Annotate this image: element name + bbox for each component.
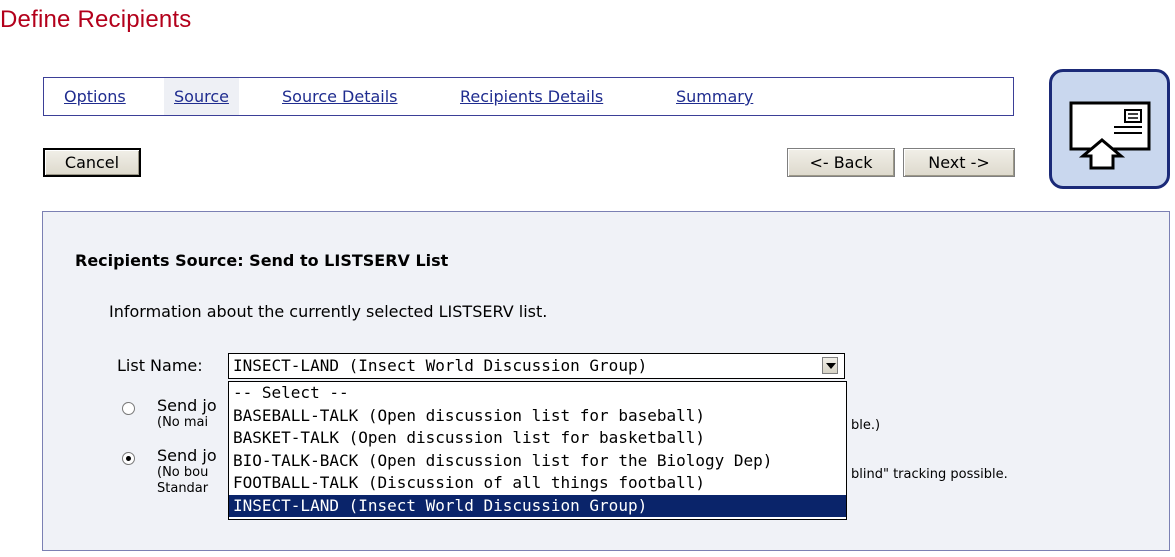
mail-send-icon [1069,101,1151,170]
tab-source[interactable]: Source [164,78,239,115]
radio-option-1-note: (No mai [157,415,209,430]
tab-source-details[interactable]: Source Details [272,78,408,115]
list-name-value: INSECT-LAND (Insect World Discussion Gro… [233,356,648,375]
page-title: Define Recipients [0,6,192,33]
wizard-icon-box [1049,69,1170,189]
dropdown-option-selected[interactable]: INSECT-LAND (Insect World Discussion Gro… [229,494,846,517]
list-name-select[interactable]: INSECT-LAND (Insect World Discussion Gro… [228,353,845,379]
wizard-tab-bar: Options Source Source Details Recipients… [43,77,1014,116]
radio-option-1-note-end: ble.) [851,418,881,433]
list-name-label: List Name: [117,356,203,375]
dropdown-option[interactable]: BIO-TALK-BACK (Open discussion list for … [229,450,846,473]
tab-recipients-details[interactable]: Recipients Details [450,78,613,115]
next-button[interactable]: Next -> [903,148,1015,177]
list-name-dropdown[interactable]: -- Select -- BASEBALL-TALK (Open discuss… [228,381,847,520]
back-button[interactable]: <- Back [787,148,895,177]
radio-option-2-note: (No bou [157,465,209,480]
tab-options[interactable]: Options [54,78,136,115]
dropdown-option[interactable]: BASEBALL-TALK (Open discussion list for … [229,405,846,428]
tab-summary[interactable]: Summary [666,78,763,115]
radio-option-1-label: Send jo [157,396,217,415]
radio-option-2-note-end: blind" tracking possible. [851,467,1008,482]
dropdown-option[interactable]: FOOTBALL-TALK (Discussion of all things … [229,472,846,495]
radio-option-2-note-2: Standar [157,481,209,496]
dropdown-option[interactable]: BASKET-TALK (Open discussion list for ba… [229,427,846,450]
radio-option-1[interactable] [122,402,135,415]
radio-option-2[interactable] [122,452,135,465]
dropdown-option[interactable]: -- Select -- [229,382,846,405]
chevron-down-icon[interactable] [822,357,838,374]
cancel-button[interactable]: Cancel [43,148,141,177]
section-heading: Recipients Source: Send to LISTSERV List [75,251,449,270]
radio-option-2-label: Send jo [157,446,217,465]
info-text: Information about the currently selected… [109,302,548,321]
